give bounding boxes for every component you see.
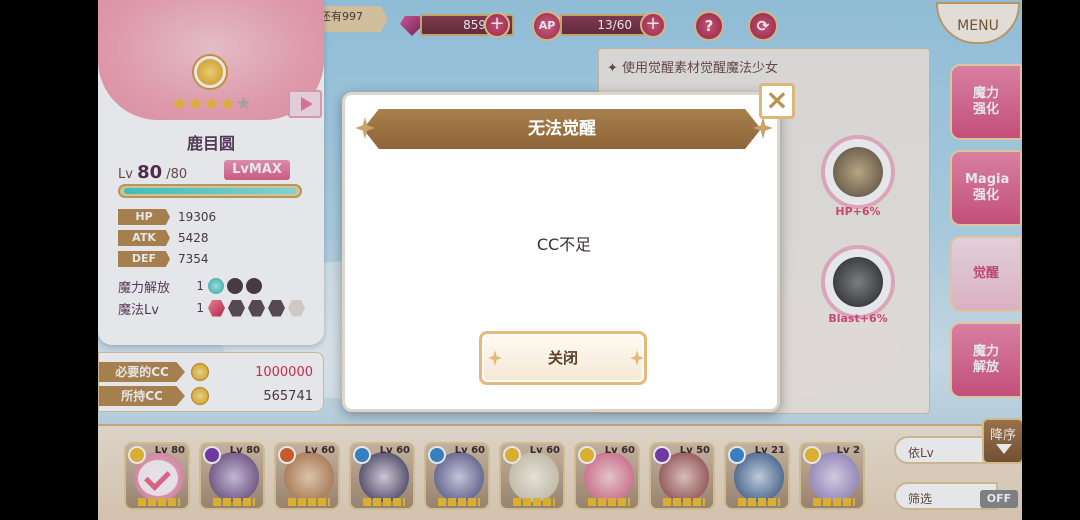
right-letterbox (1022, 0, 1080, 520)
game-screen: 还有997 859 + AP 13/60 + ? ⟳ MENU ✦ 使用觉醒素材… (98, 0, 1022, 520)
close-button-label: 关闭 (547, 349, 578, 367)
awaken-error-dialog: 无法觉醒 × CC不足 关闭 (342, 83, 795, 412)
left-letterbox (0, 0, 98, 520)
close-icon[interactable]: × (759, 83, 795, 119)
close-button[interactable]: 关闭 (479, 331, 647, 385)
sparkle-icon (753, 117, 773, 139)
dialog-title: 无法觉醒 (363, 109, 761, 149)
sparkle-icon (630, 350, 644, 366)
dialog-message: CC不足 (536, 235, 592, 254)
sparkle-icon (488, 350, 502, 366)
